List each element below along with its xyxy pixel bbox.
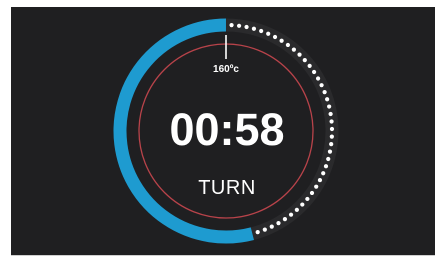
remaining-dot [266, 31, 271, 36]
remaining-dot [315, 76, 321, 81]
remaining-dot [329, 134, 334, 139]
remaining-dot [319, 83, 324, 88]
remaining-dot [328, 111, 333, 117]
remaining-dot [291, 47, 296, 52]
remaining-dot [327, 104, 332, 109]
remaining-dot [314, 184, 319, 189]
remaining-dot [322, 90, 327, 95]
remaining-dot [262, 227, 267, 232]
temperature-label: 160ºc [213, 64, 239, 75]
remaining-dot [309, 190, 315, 196]
remaining-dot [311, 69, 317, 75]
timer-readout: 00:58 [169, 104, 285, 155]
status-text: TURN [198, 177, 256, 199]
remaining-dot [329, 126, 335, 132]
oven-display-screen: 160ºc 00:58 TURN [11, 7, 435, 255]
screen-bottom-edge [11, 255, 435, 256]
remaining-dot [329, 119, 334, 124]
remaining-dot [327, 149, 333, 154]
remaining-dot [317, 177, 323, 183]
remaining-dot [255, 230, 260, 235]
remaining-dot [288, 212, 294, 217]
remaining-dot [300, 202, 305, 207]
remaining-dot [269, 224, 274, 229]
remaining-dot [272, 34, 278, 40]
remaining-dot [305, 196, 310, 202]
remaining-dot [282, 217, 288, 222]
remaining-dot [307, 63, 312, 68]
remaining-dot [326, 156, 331, 162]
remaining-dot [325, 97, 330, 102]
remaining-dot [302, 57, 307, 63]
remaining-dot [323, 164, 329, 169]
remaining-dot [259, 28, 264, 34]
remaining-dot [279, 38, 284, 43]
remaining-dot [276, 220, 281, 226]
remaining-dot [285, 42, 291, 48]
remaining-dot [294, 207, 299, 212]
remaining-dot [297, 52, 302, 57]
remaining-dot [229, 23, 234, 28]
remaining-dot [251, 26, 257, 31]
remaining-dot [321, 171, 326, 176]
remaining-dot [244, 24, 249, 30]
remaining-dot [329, 142, 334, 147]
remaining-dot [236, 23, 242, 28]
